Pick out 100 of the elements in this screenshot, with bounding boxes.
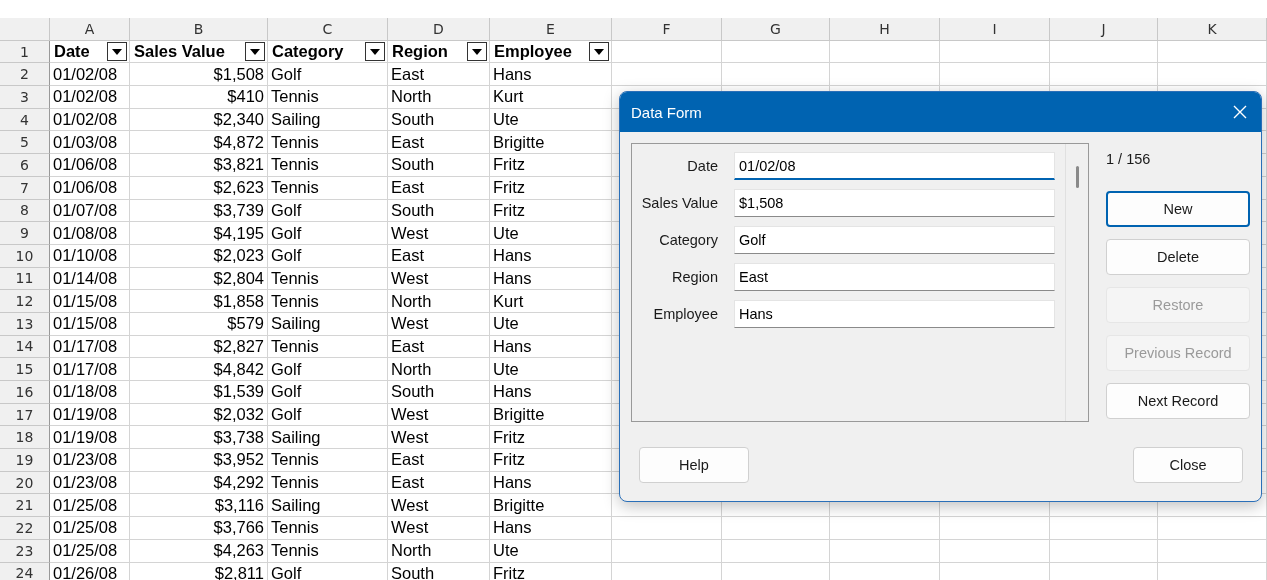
dialog-button[interactable]: Delete <box>1106 239 1250 275</box>
row-header[interactable]: 11 <box>0 267 50 291</box>
table-cell: 01/14/08 <box>50 267 130 291</box>
table-cell: Golf <box>268 222 388 245</box>
close-icon <box>1232 104 1248 120</box>
table-cell: Hans <box>490 244 612 268</box>
filter-dropdown-button[interactable] <box>467 42 487 62</box>
column-header[interactable]: C <box>268 18 388 41</box>
scrollbar-thumb[interactable] <box>1075 166 1079 188</box>
header-cell: Employee <box>494 42 572 62</box>
row-header[interactable]: 21 <box>0 494 50 518</box>
table-cell: Brigitte <box>490 131 612 155</box>
row-header[interactable]: 3 <box>0 86 50 109</box>
column-header[interactable]: A <box>50 18 130 41</box>
header-cell: Category <box>272 42 344 62</box>
table-cell: 01/18/08 <box>50 381 130 404</box>
table-cell: West <box>388 267 490 291</box>
input-field[interactable]: $1,508 <box>734 189 1055 217</box>
row-header[interactable]: 23 <box>0 539 50 563</box>
column-header[interactable]: D <box>388 18 490 41</box>
field-label: Sales Value <box>640 195 718 211</box>
row-header[interactable]: 14 <box>0 335 50 359</box>
table-cell: Sailing <box>268 108 388 132</box>
row-header[interactable]: 17 <box>0 403 50 427</box>
table-cell: $3,116 <box>130 494 268 518</box>
table-cell: West <box>388 312 490 336</box>
row-header[interactable]: 12 <box>0 290 50 313</box>
table-cell: 01/03/08 <box>50 131 130 155</box>
input-field[interactable]: Golf <box>734 226 1055 254</box>
column-header[interactable]: J <box>1050 18 1158 41</box>
table-cell: East <box>388 131 490 155</box>
dialog-title: Data Form <box>631 103 702 121</box>
table-cell: 01/23/08 <box>50 471 130 495</box>
row-header[interactable]: 8 <box>0 199 50 223</box>
table-cell: Golf <box>268 63 388 87</box>
table-cell: 01/06/08 <box>50 154 130 177</box>
row-header[interactable]: 2 <box>0 63 50 87</box>
table-cell: 01/25/08 <box>50 517 130 540</box>
table-cell: East <box>388 244 490 268</box>
table-cell: East <box>388 471 490 495</box>
dialog-button[interactable]: Help <box>639 447 749 483</box>
dialog-button[interactable]: Next Record <box>1106 383 1250 419</box>
filter-dropdown-button[interactable] <box>589 42 609 62</box>
table-cell: Tennis <box>268 517 388 540</box>
table-cell: Sailing <box>268 426 388 450</box>
column-header[interactable]: K <box>1158 18 1267 41</box>
table-cell: East <box>388 176 490 200</box>
row-header[interactable]: 10 <box>0 244 50 268</box>
column-header[interactable]: E <box>490 18 612 41</box>
filter-dropdown-button[interactable] <box>365 42 385 62</box>
column-header[interactable]: I <box>940 18 1050 41</box>
row-header[interactable]: 16 <box>0 381 50 404</box>
table-cell: Brigitte <box>490 403 612 427</box>
table-cell: $2,623 <box>130 176 268 200</box>
table-cell: $3,739 <box>130 199 268 223</box>
input-field[interactable]: 01/02/08 <box>734 152 1055 180</box>
column-header[interactable]: F <box>612 18 722 41</box>
dialog-button[interactable]: New <box>1106 191 1250 227</box>
column-header[interactable]: H <box>830 18 940 41</box>
input-field[interactable]: Hans <box>734 300 1055 328</box>
table-cell: $1,858 <box>130 290 268 313</box>
table-cell: Brigitte <box>490 494 612 518</box>
row-header[interactable]: 22 <box>0 517 50 540</box>
row-header[interactable]: 15 <box>0 358 50 381</box>
table-cell: Fritz <box>490 176 612 200</box>
row-header[interactable]: 5 <box>0 131 50 155</box>
table-cell: South <box>388 199 490 223</box>
table-cell: $3,821 <box>130 154 268 177</box>
input-field[interactable]: East <box>734 263 1055 291</box>
table-cell: 01/15/08 <box>50 290 130 313</box>
filter-dropdown-button[interactable] <box>245 42 265 62</box>
row-header[interactable]: 1 <box>0 40 50 64</box>
row-header[interactable]: 4 <box>0 108 50 132</box>
field-label: Category <box>658 232 718 248</box>
filter-dropdown-button[interactable] <box>107 42 127 62</box>
table-cell: $3,952 <box>130 449 268 472</box>
column-header[interactable]: B <box>130 18 268 41</box>
row-header[interactable]: 6 <box>0 154 50 177</box>
row-header[interactable]: 13 <box>0 312 50 336</box>
table-cell: Fritz <box>490 154 612 177</box>
row-header[interactable]: 20 <box>0 471 50 495</box>
table-cell: Sailing <box>268 312 388 336</box>
table-cell: South <box>388 154 490 177</box>
table-cell: West <box>388 403 490 427</box>
table-cell: Fritz <box>490 426 612 450</box>
table-cell: $4,842 <box>130 358 268 381</box>
table-cell: $3,766 <box>130 517 268 540</box>
dialog-button[interactable]: Close <box>1133 447 1243 483</box>
row-header[interactable]: 9 <box>0 222 50 245</box>
row-header[interactable]: 18 <box>0 426 50 450</box>
table-cell: Golf <box>268 381 388 404</box>
row-header[interactable]: 19 <box>0 449 50 472</box>
row-header[interactable]: 7 <box>0 176 50 200</box>
table-cell: Tennis <box>268 131 388 155</box>
table-cell: Tennis <box>268 539 388 563</box>
table-cell: Tennis <box>268 267 388 291</box>
column-header[interactable]: G <box>722 18 830 41</box>
table-cell: Tennis <box>268 449 388 472</box>
table-cell: West <box>388 517 490 540</box>
table-cell: $579 <box>130 312 268 336</box>
